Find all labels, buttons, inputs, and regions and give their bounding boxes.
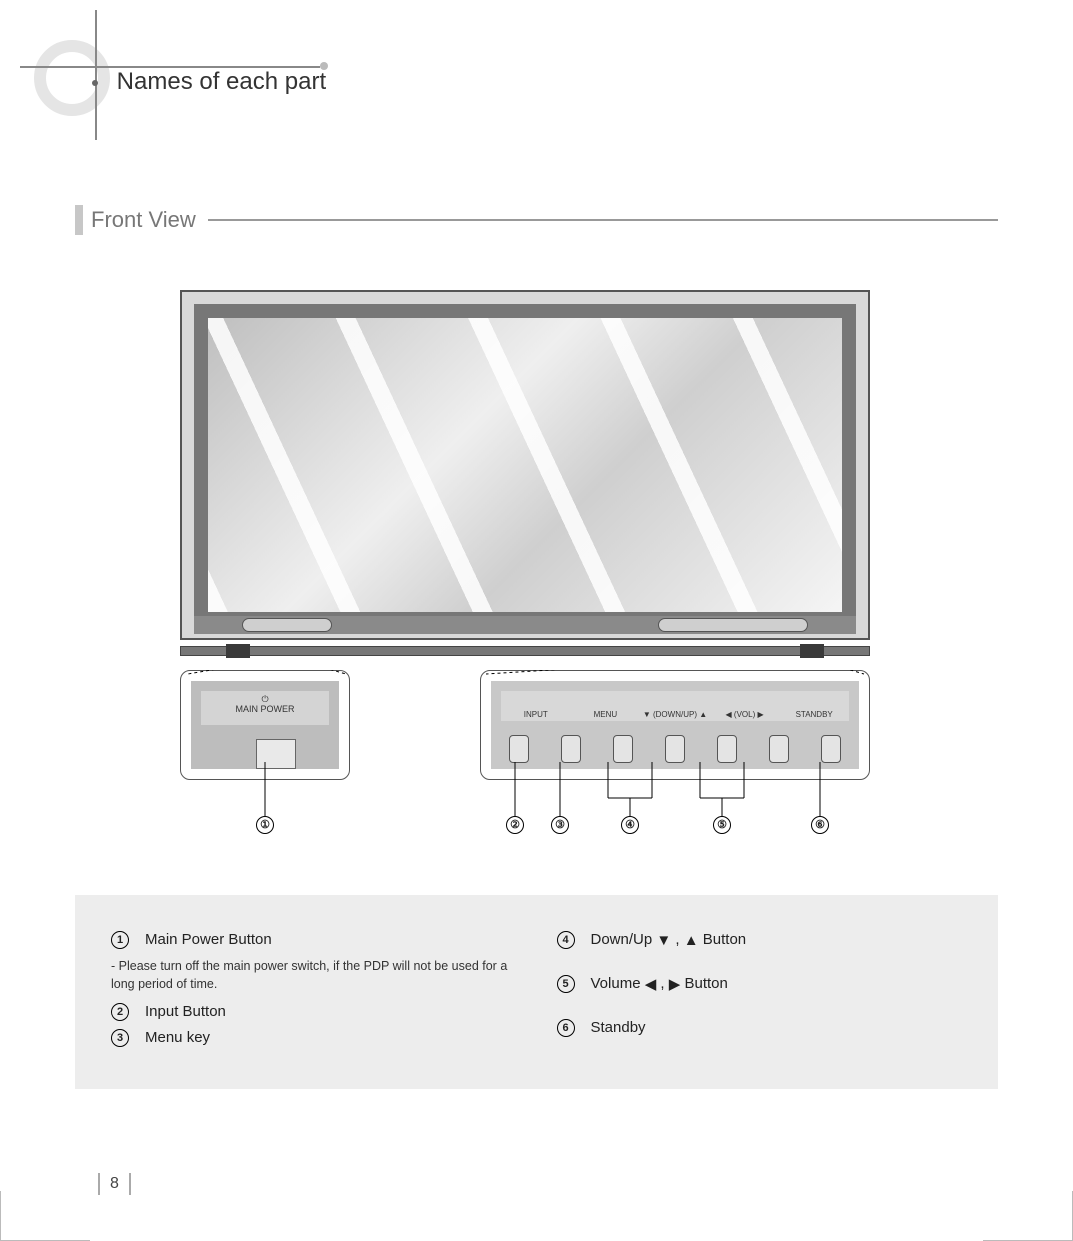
page-title-text: Names of each part bbox=[117, 68, 326, 95]
callout-1: ① bbox=[256, 816, 274, 834]
btn-up bbox=[665, 735, 685, 763]
callout-2: ② bbox=[506, 816, 524, 834]
btn-down bbox=[613, 735, 633, 763]
legend-text-3: Menu key bbox=[145, 1029, 210, 1046]
bullet-icon bbox=[92, 80, 98, 86]
section-title: Front View bbox=[91, 207, 196, 233]
legend-text-1: Main Power Button bbox=[145, 931, 272, 948]
device-illustration: ⏻ MAIN POWER ⏻ INPUT MENU ▼ (DOWN/UP) ▲ bbox=[180, 290, 870, 830]
legend-text-5: Volume ◀ , ▶ Button bbox=[591, 975, 728, 993]
label-vol: ◀ (VOL) ▶ bbox=[710, 710, 780, 719]
btn-input bbox=[509, 735, 529, 763]
page-footer: 8 bbox=[98, 1173, 131, 1195]
right-triangle-icon: ▶ bbox=[669, 975, 681, 993]
legend-num-1: 1 bbox=[111, 931, 129, 949]
legend-num-4: 4 bbox=[557, 931, 575, 949]
control-panel: ⏻ INPUT MENU ▼ (DOWN/UP) ▲ ◀ (VOL) ▶ STA… bbox=[480, 670, 870, 780]
section-rule bbox=[208, 219, 998, 221]
label-menu: MENU bbox=[571, 710, 641, 719]
callout-5: ⑤ bbox=[713, 816, 731, 834]
legend-text-2: Input Button bbox=[145, 1003, 226, 1020]
section-stub bbox=[75, 205, 83, 235]
callout-6: ⑥ bbox=[811, 816, 829, 834]
tv-sensor-left bbox=[242, 618, 332, 632]
section-header: Front View bbox=[75, 205, 998, 235]
label-input: INPUT bbox=[501, 710, 571, 719]
legend-num-2: 2 bbox=[111, 1003, 129, 1021]
btn-vol-up bbox=[769, 735, 789, 763]
callout-markers: ① ② ③ ④ ⑤ ⑥ bbox=[180, 816, 870, 840]
up-triangle-icon: ▲ bbox=[684, 932, 699, 949]
btn-menu bbox=[561, 735, 581, 763]
legend-left: 1 Main Power Button - Please turn off th… bbox=[111, 923, 517, 1055]
main-power-panel: ⏻ MAIN POWER bbox=[180, 670, 350, 780]
legend-num-6: 6 bbox=[557, 1019, 575, 1037]
tv-body bbox=[180, 290, 870, 640]
main-power-button bbox=[256, 739, 296, 769]
callout-3: ③ bbox=[551, 816, 569, 834]
tv-sensor-right bbox=[658, 618, 808, 632]
legend-num-3: 3 bbox=[111, 1029, 129, 1047]
tv-screen bbox=[208, 318, 842, 612]
main-power-label: MAIN POWER bbox=[201, 705, 329, 715]
legend-right: 4 Down/Up ▼ , ▲ Button 5 Volume ◀ , ▶ Bu… bbox=[557, 923, 963, 1055]
legend-note-1: - Please turn off the main power switch,… bbox=[111, 957, 517, 993]
legend-box: 1 Main Power Button - Please turn off th… bbox=[75, 895, 998, 1089]
legend-text-4: Down/Up ▼ , ▲ Button bbox=[591, 931, 747, 949]
tv-base bbox=[180, 640, 870, 660]
btn-standby bbox=[821, 735, 841, 763]
crop-mark-br bbox=[983, 1191, 1073, 1241]
left-triangle-icon: ◀ bbox=[645, 975, 657, 993]
down-triangle-icon: ▼ bbox=[656, 932, 671, 949]
label-downup: ▼ (DOWN/UP) ▲ bbox=[640, 710, 710, 719]
page-title: Names of each part bbox=[92, 68, 326, 96]
page-number: 8 bbox=[110, 1175, 119, 1193]
legend-text-6: Standby bbox=[591, 1019, 646, 1036]
callout-4: ④ bbox=[621, 816, 639, 834]
btn-vol-dn bbox=[717, 735, 737, 763]
label-standby: STANDBY bbox=[779, 710, 849, 719]
crop-mark-bl bbox=[0, 1191, 90, 1241]
legend-num-5: 5 bbox=[557, 975, 575, 993]
